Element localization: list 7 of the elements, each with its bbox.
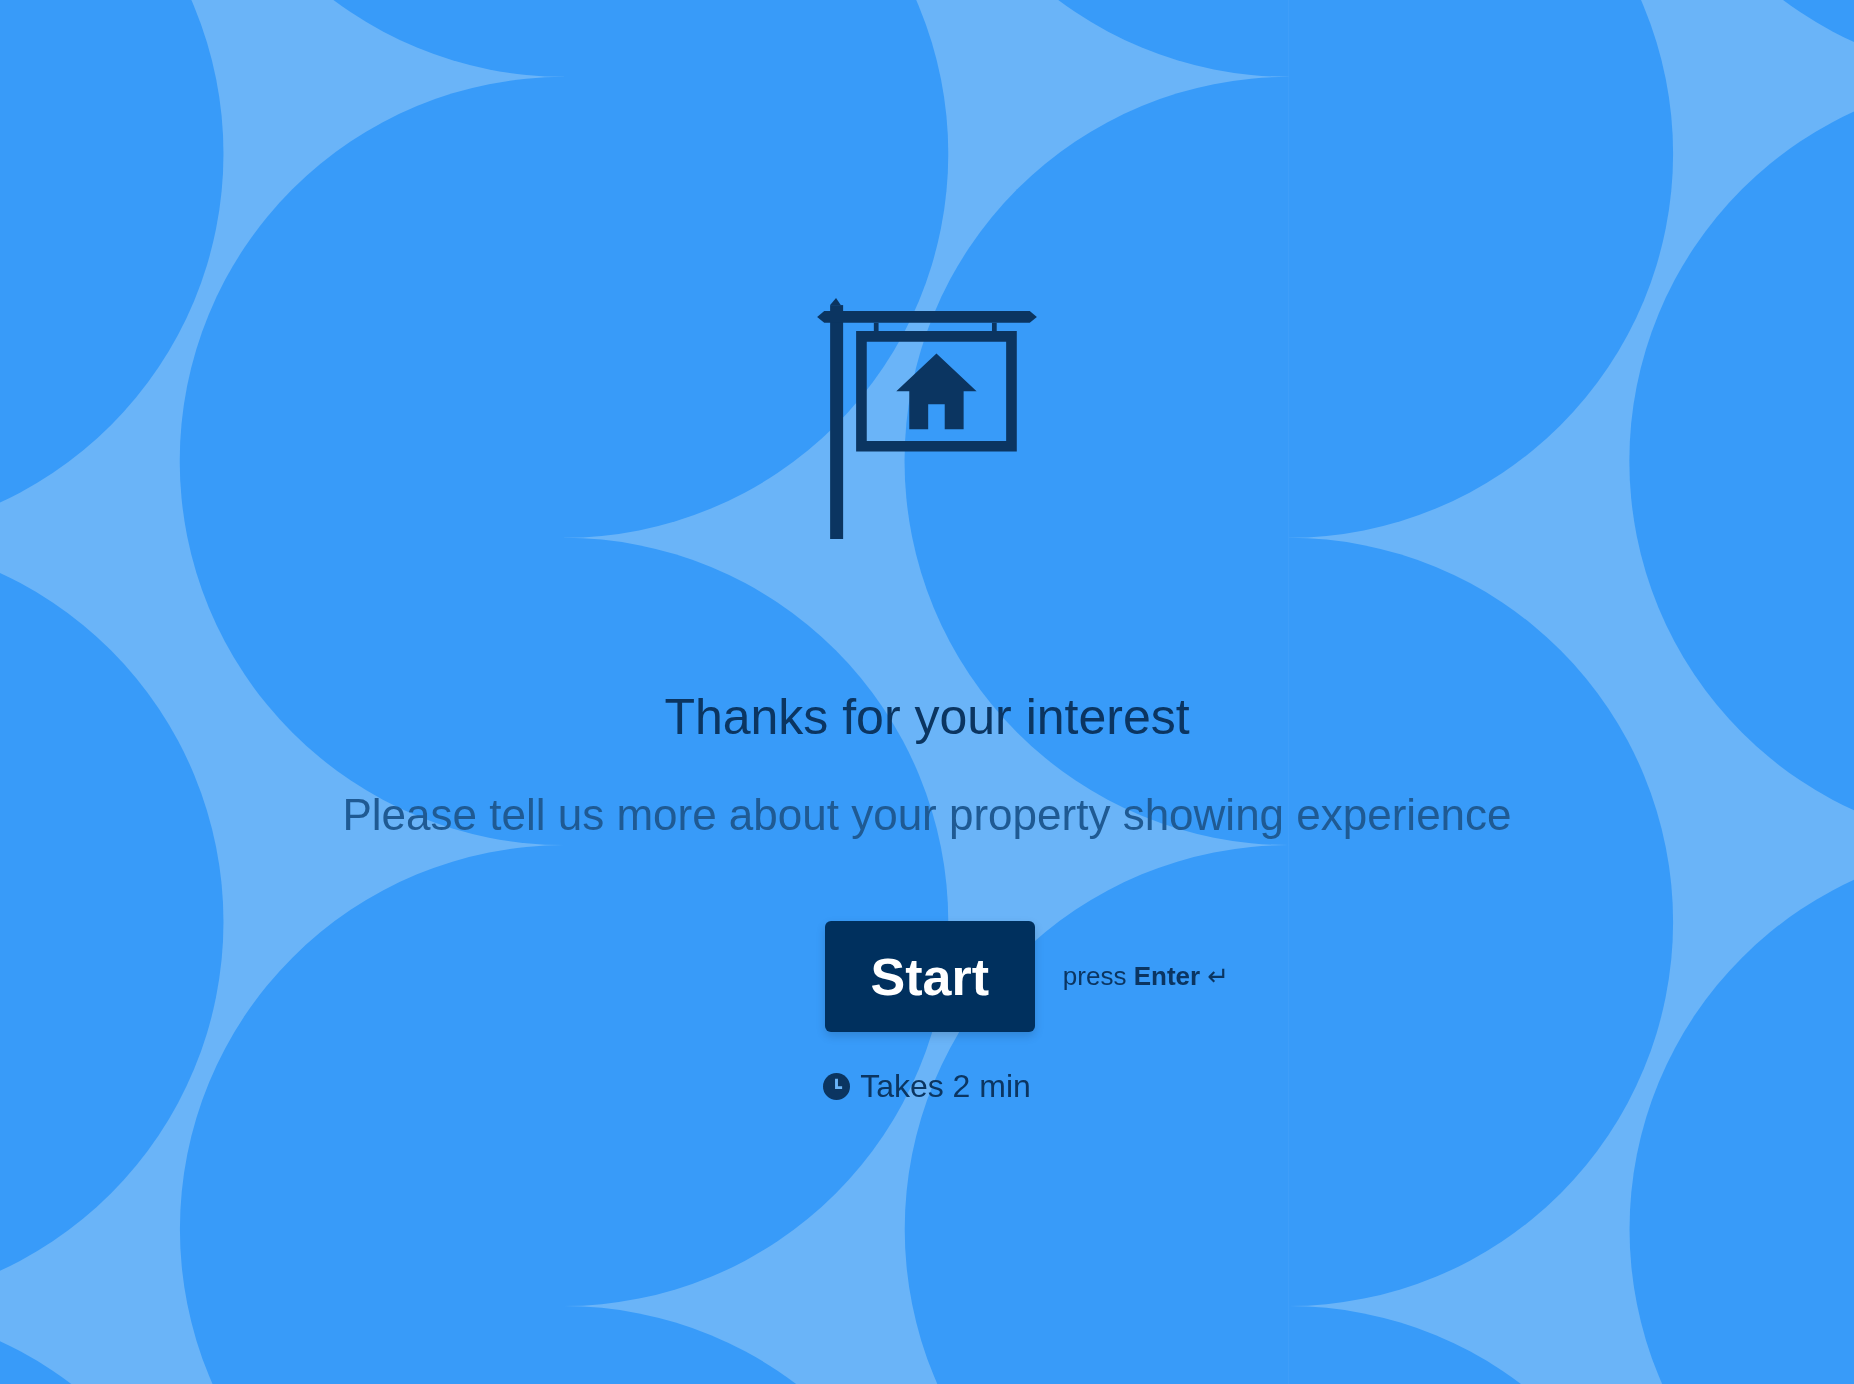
- duration-text: Takes 2 min: [860, 1068, 1031, 1105]
- welcome-title: Thanks for your interest: [664, 688, 1190, 747]
- start-button[interactable]: Start: [824, 921, 1035, 1032]
- keyboard-hint: press Enter ↵: [1062, 961, 1230, 992]
- welcome-subtitle: Please tell us more about your property showing experience: [342, 789, 1512, 841]
- clock-icon: [823, 1073, 851, 1100]
- house-sign-icon: [817, 298, 1037, 539]
